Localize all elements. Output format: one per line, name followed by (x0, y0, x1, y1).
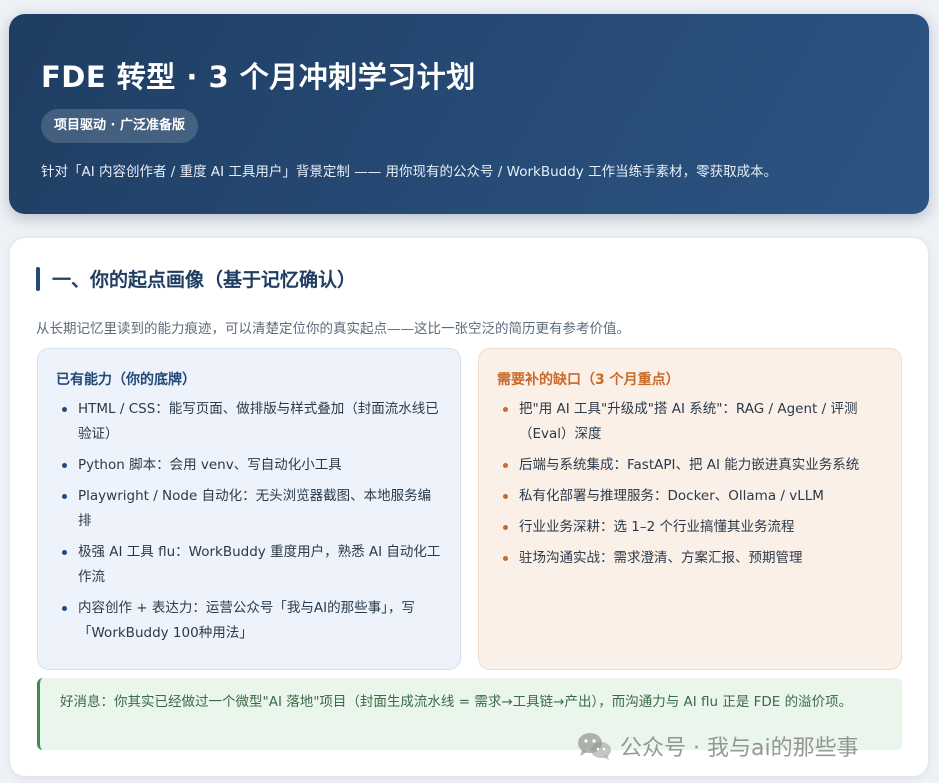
section-title: 一、你的起点画像（基于记忆确认） (52, 269, 357, 291)
list-item: HTML / CSS：能写页面、做排版与样式叠加（封面流水线已验证） (56, 397, 442, 447)
watermark-text: 公众号 · 我与ai的那些事 (620, 736, 859, 761)
list-item: 极强 AI 工具 flu：WorkBuddy 重度用户，熟悉 AI 自动化工作流 (56, 540, 442, 590)
header-description: 针对「AI 内容创作者 / 重度 AI 工具用户」背景定制 —— 用你现有的公众… (41, 164, 778, 180)
section-card: 一、你的起点画像（基于记忆确认） 从长期记忆里读到的能力痕迹，可以清楚定位你的真… (9, 237, 929, 777)
list-item: Python 脚本：会用 venv、写自动化小工具 (56, 453, 442, 478)
list-item: 私有化部署与推理服务：Docker、Ollama / vLLM (497, 484, 883, 509)
skill-gaps-title: 需要补的缺口（3 个月重点） (497, 372, 680, 388)
existing-skills-box: 已有能力（你的底牌） HTML / CSS：能写页面、做排版与样式叠加（封面流水… (37, 348, 461, 670)
list-item: 驻场沟通实战：需求澄清、方案汇报、预期管理 (497, 546, 883, 571)
section-accent-bar (36, 267, 40, 291)
header-banner: FDE 转型 · 3 个月冲刺学习计划 项目驱动 · 广泛准备版 针对「AI 内… (9, 14, 929, 214)
list-item: 把"用 AI 工具"升级成"搭 AI 系统"：RAG / Agent / 评测（… (497, 397, 883, 447)
watermark: 公众号 · 我与ai的那些事 (576, 729, 859, 763)
skill-gaps-list: 把"用 AI 工具"升级成"搭 AI 系统"：RAG / Agent / 评测（… (497, 397, 883, 571)
existing-skills-title: 已有能力（你的底牌） (56, 372, 196, 388)
skill-gaps-box: 需要补的缺口（3 个月重点） 把"用 AI 工具"升级成"搭 AI 系统"：RA… (478, 348, 902, 670)
existing-skills-list: HTML / CSS：能写页面、做排版与样式叠加（封面流水线已验证） Pytho… (56, 397, 442, 646)
section-intro: 从长期记忆里读到的能力痕迹，可以清楚定位你的真实起点——这比一张空泛的简历更有参… (36, 321, 630, 337)
list-item: 内容创作 + 表达力：运营公众号「我与AI的那些事」，写「WorkBuddy 1… (56, 596, 442, 646)
list-item: 行业业务深耕：选 1–2 个行业搞懂其业务流程 (497, 515, 883, 540)
list-item: Playwright / Node 自动化：无头浏览器截图、本地服务编排 (56, 484, 442, 534)
wechat-icon (578, 733, 611, 760)
page-title: FDE 转型 · 3 个月冲刺学习计划 (41, 60, 476, 94)
list-item: 后端与系统集成：FastAPI、把 AI 能力嵌进真实业务系统 (497, 453, 883, 478)
edition-badge: 项目驱动 · 广泛准备版 (41, 109, 198, 143)
